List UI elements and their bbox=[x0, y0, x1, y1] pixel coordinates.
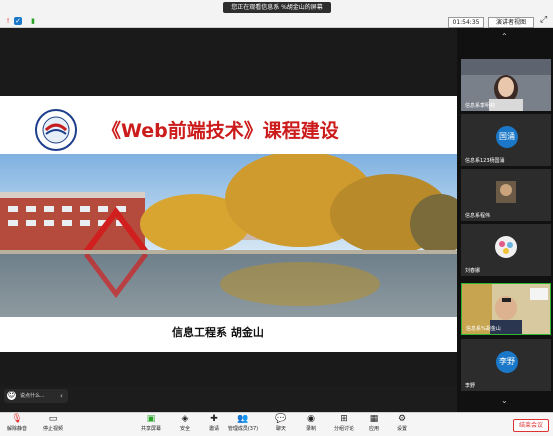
record-icon: ◉ bbox=[307, 414, 315, 424]
gear-icon: ⚙ bbox=[397, 414, 407, 424]
participant-tile[interactable]: 国涌 信息系123杨国涌 bbox=[461, 114, 551, 166]
participant-name: 李野 bbox=[465, 383, 476, 389]
chat-button[interactable]: 💬 聊天 bbox=[264, 414, 298, 435]
signal-icon[interactable]: ▮ bbox=[29, 17, 37, 25]
chat-quick-input[interactable]: 说点什么... bbox=[20, 389, 45, 403]
participant-tile[interactable]: 信息系季明莉 bbox=[461, 59, 551, 111]
avatar: 国涌 bbox=[496, 126, 518, 148]
meeting-timer: 01:54:35 bbox=[448, 17, 484, 28]
meeting-top-bar: 您正在观看信息系 %胡金山的屏幕 ! ✓ ▮ 01:54:35 演讲者视图 ⤢ bbox=[0, 0, 553, 28]
microphone-icon: 🎙 bbox=[11, 414, 23, 424]
university-logo bbox=[35, 109, 77, 151]
scroll-down-icon[interactable]: ⌄ bbox=[501, 396, 508, 405]
smiley-icon[interactable]: ☺ bbox=[7, 391, 16, 400]
settings-button[interactable]: ⚙ 设置 bbox=[385, 414, 419, 435]
manage-members-label: 管理成员(37) bbox=[227, 426, 259, 432]
participant-name: 信息系程伟 bbox=[465, 213, 491, 219]
scroll-up-icon[interactable]: ⌃ bbox=[501, 32, 508, 41]
share-screen-label: 共享屏幕 bbox=[140, 426, 161, 432]
breakout-rooms-button[interactable]: ⊞ 分组讨论 bbox=[327, 414, 361, 435]
participant-tile-active-speaker[interactable]: 信息系%胡金山 bbox=[461, 283, 551, 335]
camera-icon: ▭ bbox=[48, 414, 58, 424]
mute-label: 解除静音 bbox=[6, 426, 27, 432]
campus-photo bbox=[0, 154, 457, 317]
chat-label: 聊天 bbox=[275, 426, 286, 432]
fullscreen-icon[interactable]: ⤢ bbox=[540, 15, 547, 25]
shield-icon[interactable]: ✓ bbox=[14, 17, 22, 25]
view-mode-button[interactable]: 演讲者视图 bbox=[488, 17, 534, 28]
shared-screen: 《Web前端技术》课程建设 信息工程系 胡金山 ☺ 说点什么... ‹ bbox=[0, 28, 457, 403]
record-button[interactable]: ◉ 录制 bbox=[294, 414, 328, 435]
screen-share-banner: 您正在观看信息系 %胡金山的屏幕 bbox=[223, 2, 331, 13]
members-icon: 👥 bbox=[237, 414, 249, 424]
meeting-toolbar: 🎙 解除静音 ▭ 停止视频 ▣ 共享屏幕 ◈ 安全 ✚ 邀请 👥 管理成员(37… bbox=[0, 412, 553, 436]
end-meeting-button[interactable]: 结束会议 bbox=[513, 419, 549, 432]
participant-tile[interactable]: 李野 李野 bbox=[461, 339, 551, 391]
presentation-slide: 《Web前端技术》课程建设 信息工程系 胡金山 bbox=[0, 96, 457, 352]
stop-video-label: 停止视频 bbox=[42, 426, 63, 432]
alert-icon: ! bbox=[6, 17, 10, 25]
manage-members-button[interactable]: 👥 管理成员(37) bbox=[226, 414, 260, 435]
slide-caption: 信息工程系 胡金山 bbox=[172, 326, 264, 339]
slide-title: 《Web前端技术》课程建设 bbox=[102, 120, 339, 142]
participant-name: 信息系季明莉 bbox=[465, 103, 496, 109]
chat-icon: 💬 bbox=[275, 414, 287, 424]
reaction-bar[interactable]: ☺ 说点什么... ‹ bbox=[4, 389, 68, 403]
settings-label: 设置 bbox=[396, 426, 407, 432]
participant-name: 刘春娜 bbox=[465, 268, 481, 274]
participant-name: 信息系123杨国涌 bbox=[465, 158, 505, 164]
share-screen-button[interactable]: ▣ 共享屏幕 bbox=[134, 414, 168, 435]
avatar: 李野 bbox=[496, 351, 518, 373]
stop-video-button[interactable]: ▭ 停止视频 bbox=[36, 414, 70, 435]
collapse-arrow-icon[interactable]: ‹ bbox=[60, 389, 63, 403]
breakout-rooms-label: 分组讨论 bbox=[333, 426, 354, 432]
participant-tile[interactable]: 信息系程伟 bbox=[461, 169, 551, 221]
breakout-icon: ⊞ bbox=[340, 414, 348, 424]
participant-tile[interactable]: 刘春娜 bbox=[461, 224, 551, 276]
participant-gallery: ⌃ 信息系季明莉 国涌 信息系123杨国涌 信息系程伟 刘春娜 信息系%胡金山 … bbox=[457, 28, 553, 414]
participant-name: 信息系%胡金山 bbox=[466, 326, 501, 332]
screen-share-icon: ▣ bbox=[146, 414, 156, 424]
record-label: 录制 bbox=[305, 426, 316, 432]
mute-button[interactable]: 🎙 解除静音 bbox=[0, 414, 34, 435]
